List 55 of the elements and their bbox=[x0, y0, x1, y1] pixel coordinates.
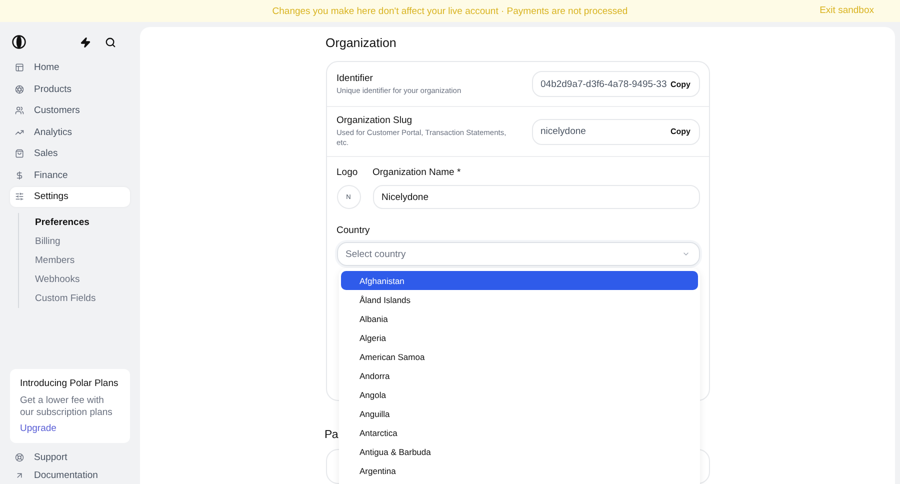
field-label: Organization Name * bbox=[372, 167, 462, 178]
sidebar-item[interactable]: Home bbox=[10, 58, 130, 78]
field-label: Logo bbox=[336, 167, 359, 178]
submenu-item[interactable]: Billing bbox=[35, 232, 130, 251]
promo-title: Introducing Polar Plans bbox=[20, 378, 120, 389]
field-label: Organization Slug bbox=[336, 115, 414, 126]
trend-icon bbox=[15, 128, 24, 137]
sidebar-item[interactable]: Customers bbox=[10, 101, 130, 120]
bag-icon bbox=[15, 149, 24, 158]
submenu-item[interactable]: Members bbox=[35, 250, 130, 270]
copy-field[interactable]: nicelydone Copy bbox=[532, 118, 700, 144]
dropdown-option[interactable]: Anguilla bbox=[340, 404, 698, 424]
upgrade-link[interactable]: Upgrade bbox=[20, 423, 120, 434]
dropdown-option[interactable]: Åland Islands bbox=[340, 290, 698, 310]
layout-icon bbox=[15, 63, 24, 72]
dollar-icon bbox=[15, 170, 24, 180]
dropdown-option[interactable]: Angola bbox=[340, 386, 698, 405]
banner-message: Changes you make here don't affect your live account · Payments are not processed bbox=[272, 6, 628, 16]
dropdown-option[interactable]: Albania bbox=[340, 309, 698, 328]
arrow-up-right-icon bbox=[15, 470, 24, 480]
chevron-icon bbox=[682, 250, 690, 258]
country-select[interactable]: Select country bbox=[336, 242, 700, 266]
copy-field[interactable]: 04b2d9a7-d3f6-4a78-9495-33 Copy bbox=[532, 71, 700, 97]
footer-link[interactable]: Support bbox=[10, 449, 130, 466]
sidebar-item[interactable]: Sales bbox=[10, 144, 130, 164]
search-icon[interactable] bbox=[105, 36, 116, 48]
sidebar-item[interactable]: Analytics bbox=[10, 122, 130, 142]
logo-icon[interactable] bbox=[12, 35, 26, 49]
footer-link[interactable]: Documentation bbox=[10, 466, 130, 484]
sidebar-item[interactable]: Finance bbox=[10, 166, 130, 185]
field-label: Country bbox=[336, 225, 371, 236]
dropdown-option[interactable]: American Samoa bbox=[340, 347, 698, 366]
submenu-item[interactable]: Webhooks bbox=[35, 270, 130, 290]
dropdown-option[interactable]: Afghanistan bbox=[340, 271, 698, 290]
sidebar-item[interactable]: Products bbox=[10, 80, 130, 99]
dropdown-option[interactable]: Antigua & Barbuda bbox=[340, 442, 698, 462]
dropdown-option[interactable]: Antarctica bbox=[340, 424, 698, 443]
lightning-icon[interactable] bbox=[80, 36, 91, 48]
submenu-item[interactable]: Custom Fields bbox=[35, 289, 130, 308]
copy-button[interactable]: Copy bbox=[670, 80, 690, 88]
name-field[interactable]: Nicelydone bbox=[372, 185, 700, 209]
promo-text: Get a lower fee with our subscription plans bbox=[20, 395, 114, 419]
dropdown-option[interactable]: Argentina bbox=[340, 462, 698, 482]
copy-button[interactable]: Copy bbox=[670, 127, 690, 136]
aperture-icon bbox=[15, 84, 24, 94]
users-icon bbox=[15, 106, 24, 116]
field-label: Identifier bbox=[336, 72, 374, 84]
section-heading: Organization bbox=[326, 36, 398, 50]
dropdown-option[interactable]: Algeria bbox=[340, 328, 698, 348]
sliders-icon bbox=[15, 192, 24, 202]
dropdown-option[interactable]: Andorra bbox=[340, 366, 698, 386]
section-heading: Pa bbox=[324, 429, 338, 441]
submenu-item[interactable]: Preferences bbox=[35, 212, 130, 232]
sidebar-item[interactable]: Settings bbox=[10, 187, 130, 206]
lifebuoy-icon bbox=[15, 453, 24, 462]
